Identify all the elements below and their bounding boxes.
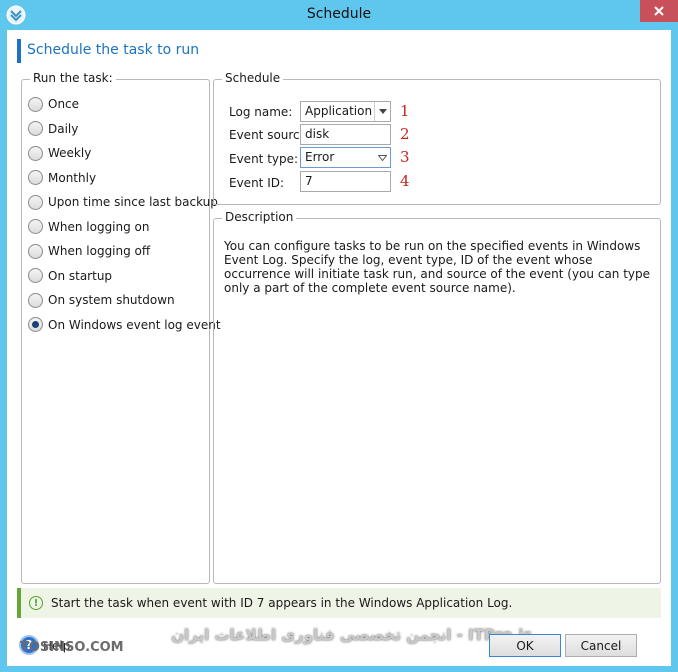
radio-button[interactable]: [28, 268, 43, 283]
radio-button[interactable]: [28, 317, 43, 332]
close-icon: [654, 6, 664, 16]
run-option-3[interactable]: Monthly: [28, 169, 96, 187]
run-option-5[interactable]: When logging on: [28, 218, 150, 236]
close-button[interactable]: [640, 0, 678, 22]
radio-button[interactable]: [28, 219, 43, 234]
event-type-value: Error: [305, 150, 335, 164]
radio-label: Weekly: [48, 146, 92, 160]
watermark-site: TOSINSO.COM: [20, 640, 124, 655]
marker-2: 2: [400, 125, 410, 143]
run-option-0[interactable]: Once: [28, 95, 79, 113]
radio-button[interactable]: [28, 243, 43, 259]
log-name-label: Log name:: [229, 105, 293, 119]
run-option-4[interactable]: Upon time since last backup: [28, 193, 218, 211]
radio-label: When logging off: [48, 244, 151, 258]
run-option-6[interactable]: When logging off: [28, 242, 150, 260]
radio-button[interactable]: [28, 96, 43, 112]
title-bar[interactable]: Schedule: [0, 0, 678, 30]
header-accent-bar: [17, 39, 21, 63]
radio-label: When logging on: [48, 219, 150, 234]
run-option-2[interactable]: Weekly: [28, 144, 91, 162]
watermark-banner: انجمن تخصصی فناوری اطلاعات ایران - ITPro…: [171, 626, 531, 644]
log-name-value: Application: [305, 104, 373, 118]
radio-label: On startup: [48, 268, 113, 283]
schedule-group: Schedule Log name: Application 1 Event s…: [213, 71, 661, 205]
radio-label: Upon time since last backup: [48, 195, 218, 209]
event-type-label: Event type:: [229, 152, 299, 166]
schedule-dialog: Schedule Schedule the task to run Run th…: [0, 0, 678, 672]
radio-label: On Windows event log event: [48, 317, 221, 332]
run-task-group: Run the task: Once Daily Weekly Monthly Upon…: [21, 71, 221, 584]
chevron-down-icon[interactable]: [374, 102, 390, 121]
event-type-select[interactable]: Error: [300, 147, 391, 168]
page-title: Schedule the task to run: [27, 42, 200, 58]
run-option-9[interactable]: On Windows event log event: [28, 316, 221, 334]
marker-3: 3: [400, 148, 410, 166]
status-text: Start the task when event with ID 7 appe…: [51, 596, 513, 610]
ok-button[interactable]: OK: [489, 634, 561, 657]
event-source-field[interactable]: disk: [300, 124, 391, 145]
run-option-1[interactable]: Daily: [28, 120, 78, 138]
radio-button[interactable]: [28, 121, 43, 136]
radio-button[interactable]: [28, 145, 43, 161]
event-source-label: Event source:: [229, 128, 312, 142]
radio-label: Daily: [48, 121, 79, 136]
radio-label: Once: [48, 97, 80, 111]
radio-label: On system shutdown: [48, 293, 175, 307]
status-bar: ! Start the task when event with ID 7 ap…: [17, 588, 661, 618]
radio-button[interactable]: [28, 194, 43, 210]
description-legend: Description: [222, 210, 297, 224]
info-icon: !: [29, 596, 43, 610]
description-text: You can configure tasks to be run on the…: [224, 239, 651, 295]
radio-button[interactable]: [28, 170, 43, 185]
log-name-combo[interactable]: Application: [300, 101, 391, 122]
marker-4: 4: [400, 172, 410, 190]
chevron-down-icon[interactable]: [374, 148, 390, 167]
run-task-legend: Run the task:: [30, 71, 116, 85]
cancel-button[interactable]: Cancel: [565, 634, 637, 657]
description-group: Description You can configure tasks to b…: [213, 210, 661, 584]
radio-button[interactable]: [28, 292, 43, 308]
event-id-label: Event ID:: [229, 176, 285, 190]
radio-label: Monthly: [48, 170, 97, 185]
run-option-7[interactable]: On startup: [28, 267, 112, 285]
marker-1: 1: [400, 102, 410, 120]
event-id-field[interactable]: 7: [300, 171, 391, 192]
schedule-legend: Schedule: [222, 71, 284, 85]
window-title: Schedule: [306, 6, 372, 22]
dialog-body: Schedule the task to run Run the task: O…: [7, 30, 671, 666]
run-option-8[interactable]: On system shutdown: [28, 291, 175, 309]
